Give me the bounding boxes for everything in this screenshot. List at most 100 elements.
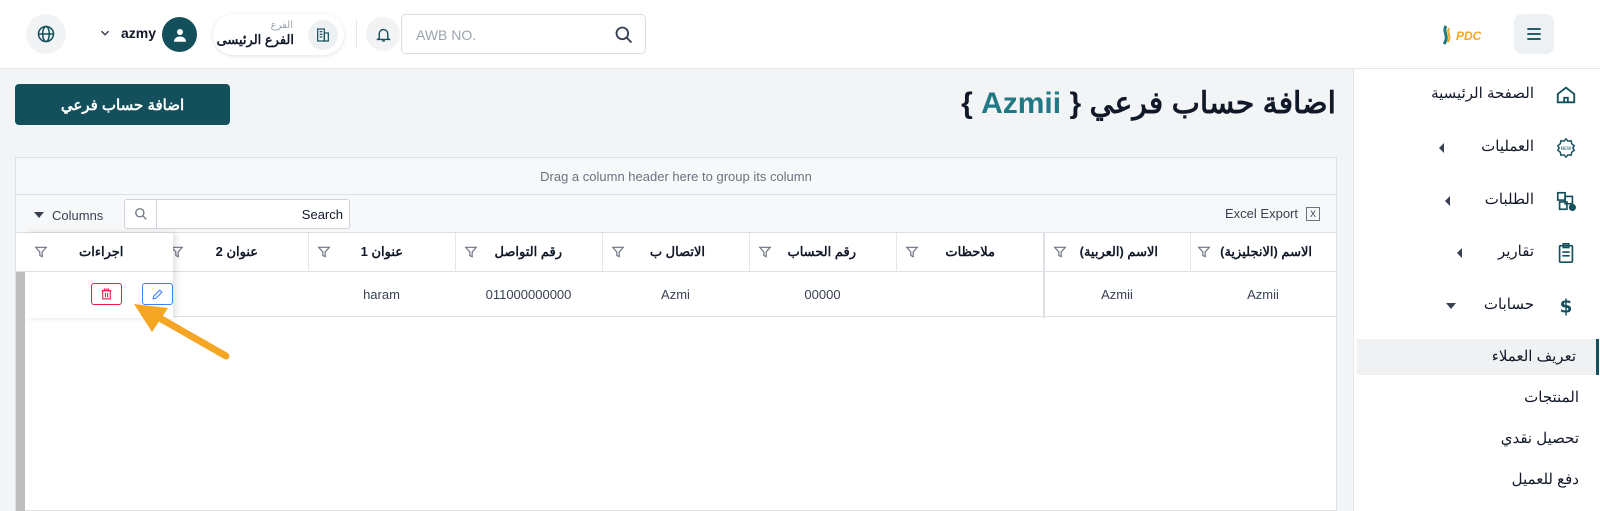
columns-label: Columns (52, 207, 104, 223)
add-sub-account-button[interactable]: اضافة حساب فرعي (15, 84, 230, 125)
avatar[interactable] (162, 17, 197, 52)
branch-name: الفرع الرئيسى (216, 32, 294, 47)
sidebar-item-reports[interactable]: تقارير (1358, 238, 1578, 268)
search-icon[interactable] (614, 25, 634, 45)
pencil-icon (152, 288, 163, 300)
svg-text:$: $ (1560, 296, 1573, 317)
column-header-label: ملاحظات (945, 244, 995, 259)
sidebar-item-orders[interactable]: الطلبات (1358, 186, 1578, 216)
sidebar-item-label: حسابات (1483, 296, 1534, 313)
filter-icon[interactable] (905, 245, 919, 259)
trash-icon (101, 288, 112, 300)
column-header-account-no[interactable]: رقم الحساب (749, 233, 896, 272)
filter-icon[interactable] (758, 245, 772, 259)
filter-icon[interactable] (464, 245, 478, 259)
column-header-name-ar[interactable]: الاسم (العربية) (1044, 233, 1190, 272)
filter-icon[interactable] (1053, 245, 1067, 259)
filter-icon[interactable] (34, 245, 48, 259)
dollar-icon: $ (1554, 294, 1578, 318)
search-icon (125, 200, 157, 228)
column-header-address2[interactable]: عنوان 2 (161, 233, 308, 272)
excel-export-label: Excel Export (1225, 206, 1298, 221)
sidebar-item-accounts[interactable]: $ حسابات (1358, 291, 1578, 321)
caret-down-icon (1446, 303, 1456, 309)
cell-name-ar: Azmii (1101, 287, 1133, 302)
filter-icon[interactable] (611, 245, 625, 259)
awb-search-field[interactable] (401, 14, 646, 54)
boxes-icon (1554, 189, 1578, 213)
grid-search-field[interactable] (124, 199, 350, 229)
pdc-logo: PDC (1442, 25, 1482, 45)
caret-left-icon (1457, 248, 1462, 258)
divider (356, 20, 357, 48)
sidebar-subitem-label: دفع للعميل (1511, 471, 1579, 488)
awb-search-input[interactable] (416, 24, 596, 46)
column-header-phone[interactable]: رقم التواصل (455, 233, 602, 272)
new-badge-icon: NEW (1554, 136, 1578, 160)
filter-icon[interactable] (317, 245, 331, 259)
branch-caption: الفرع (270, 20, 293, 31)
grid-toolbar: Columns Excel Export X (16, 195, 1336, 233)
home-icon (1554, 83, 1578, 107)
language-button[interactable] (26, 14, 66, 54)
sidebar-item-label: الصفحة الرئيسية (1431, 85, 1534, 102)
top-bar: azmy الفرع الفرع الرئيسى PDC (0, 0, 1600, 69)
sidebar-subitem-cash-collection[interactable]: تحصيل نقدي (1357, 421, 1599, 457)
svg-text:NEW: NEW (1561, 146, 1572, 152)
sidebar-subitem-label: تعريف العملاء (1491, 348, 1576, 365)
chevron-down-icon[interactable] (98, 26, 112, 40)
sidebar-item-label: تقارير (1497, 243, 1534, 260)
menu-toggle-button[interactable] (1514, 14, 1554, 54)
hamburger-icon (1527, 28, 1541, 40)
sidebar-item-label: العمليات (1481, 138, 1534, 155)
columns-button[interactable]: Columns (34, 205, 103, 225)
sidebar-item-label: الطلبات (1484, 191, 1534, 208)
cell-name-en: Azmii (1247, 287, 1279, 302)
filter-icon[interactable] (1197, 245, 1211, 259)
group-panel[interactable]: Drag a column header here to group its c… (16, 158, 1336, 195)
bell-icon (375, 28, 391, 42)
grid-search-input[interactable] (163, 205, 343, 223)
title-suffix: } (961, 87, 982, 120)
column-header-label: الاتصال ب (649, 244, 705, 259)
column-header-label: الاسم (الانجليزية) (1220, 244, 1312, 259)
sidebar-subitem-customers[interactable]: تعريف العملاء (1357, 339, 1599, 375)
sidebar: الصفحة الرئيسية NEW العمليات الطلبات تقا… (1353, 69, 1600, 511)
page-title: اضافة حساب فرعي { Azmii } (961, 86, 1336, 121)
sidebar-subitem-label: تحصيل نقدي (1500, 430, 1579, 447)
column-header-label: الاسم (العربية) (1079, 244, 1158, 259)
sidebar-subitem-customer-payment[interactable]: دفع للعميل (1357, 462, 1599, 498)
column-header-contact[interactable]: الاتصال ب (602, 233, 749, 272)
excel-export-button[interactable]: Excel Export X (1225, 206, 1320, 221)
sidebar-item-home[interactable]: الصفحة الرئيسية (1358, 80, 1578, 110)
cell-address1: haram (363, 287, 400, 302)
column-header-label: رقم التواصل (494, 244, 562, 259)
sidebar-subitem-products[interactable]: المنتجات (1357, 380, 1599, 416)
excel-icon: X (1306, 206, 1320, 221)
building-icon (308, 20, 338, 50)
column-header-label: عنوان 1 (360, 244, 403, 259)
column-header-address1[interactable]: عنوان 1 (308, 233, 455, 272)
column-header-label: عنوان 2 (215, 244, 258, 259)
caret-down-icon (34, 212, 44, 218)
column-header-notes[interactable]: ملاحظات (896, 233, 1043, 272)
clipboard-icon (1554, 241, 1578, 265)
cell-contact: Azmi (661, 287, 690, 302)
column-header-actions[interactable]: اجراءات (25, 233, 173, 272)
globe-icon (37, 25, 55, 43)
cell-phone: 011000000000 (485, 287, 572, 302)
scroll-indicator (16, 272, 25, 511)
title-account-name: Azmii (981, 87, 1062, 120)
cell-account-no: 00000 (804, 287, 841, 302)
delete-button[interactable] (91, 283, 122, 305)
title-prefix: اضافة حساب فرعي { (1061, 87, 1336, 120)
column-header-name-en[interactable]: الاسم (الانجليزية) (1190, 233, 1336, 272)
branch-selector[interactable]: الفرع الفرع الرئيسى (213, 14, 344, 55)
column-header-label: رقم الحساب (787, 244, 856, 259)
caret-left-icon (1439, 143, 1444, 153)
sidebar-item-operations[interactable]: NEW العمليات (1358, 133, 1578, 163)
grid-header-row: الاسم (الانجليزية) الاسم (العربية) ملاحظ… (16, 233, 1336, 272)
user-name[interactable]: azmy (121, 25, 156, 41)
pointer-arrow-icon (134, 304, 230, 360)
notifications-button[interactable] (366, 17, 400, 51)
